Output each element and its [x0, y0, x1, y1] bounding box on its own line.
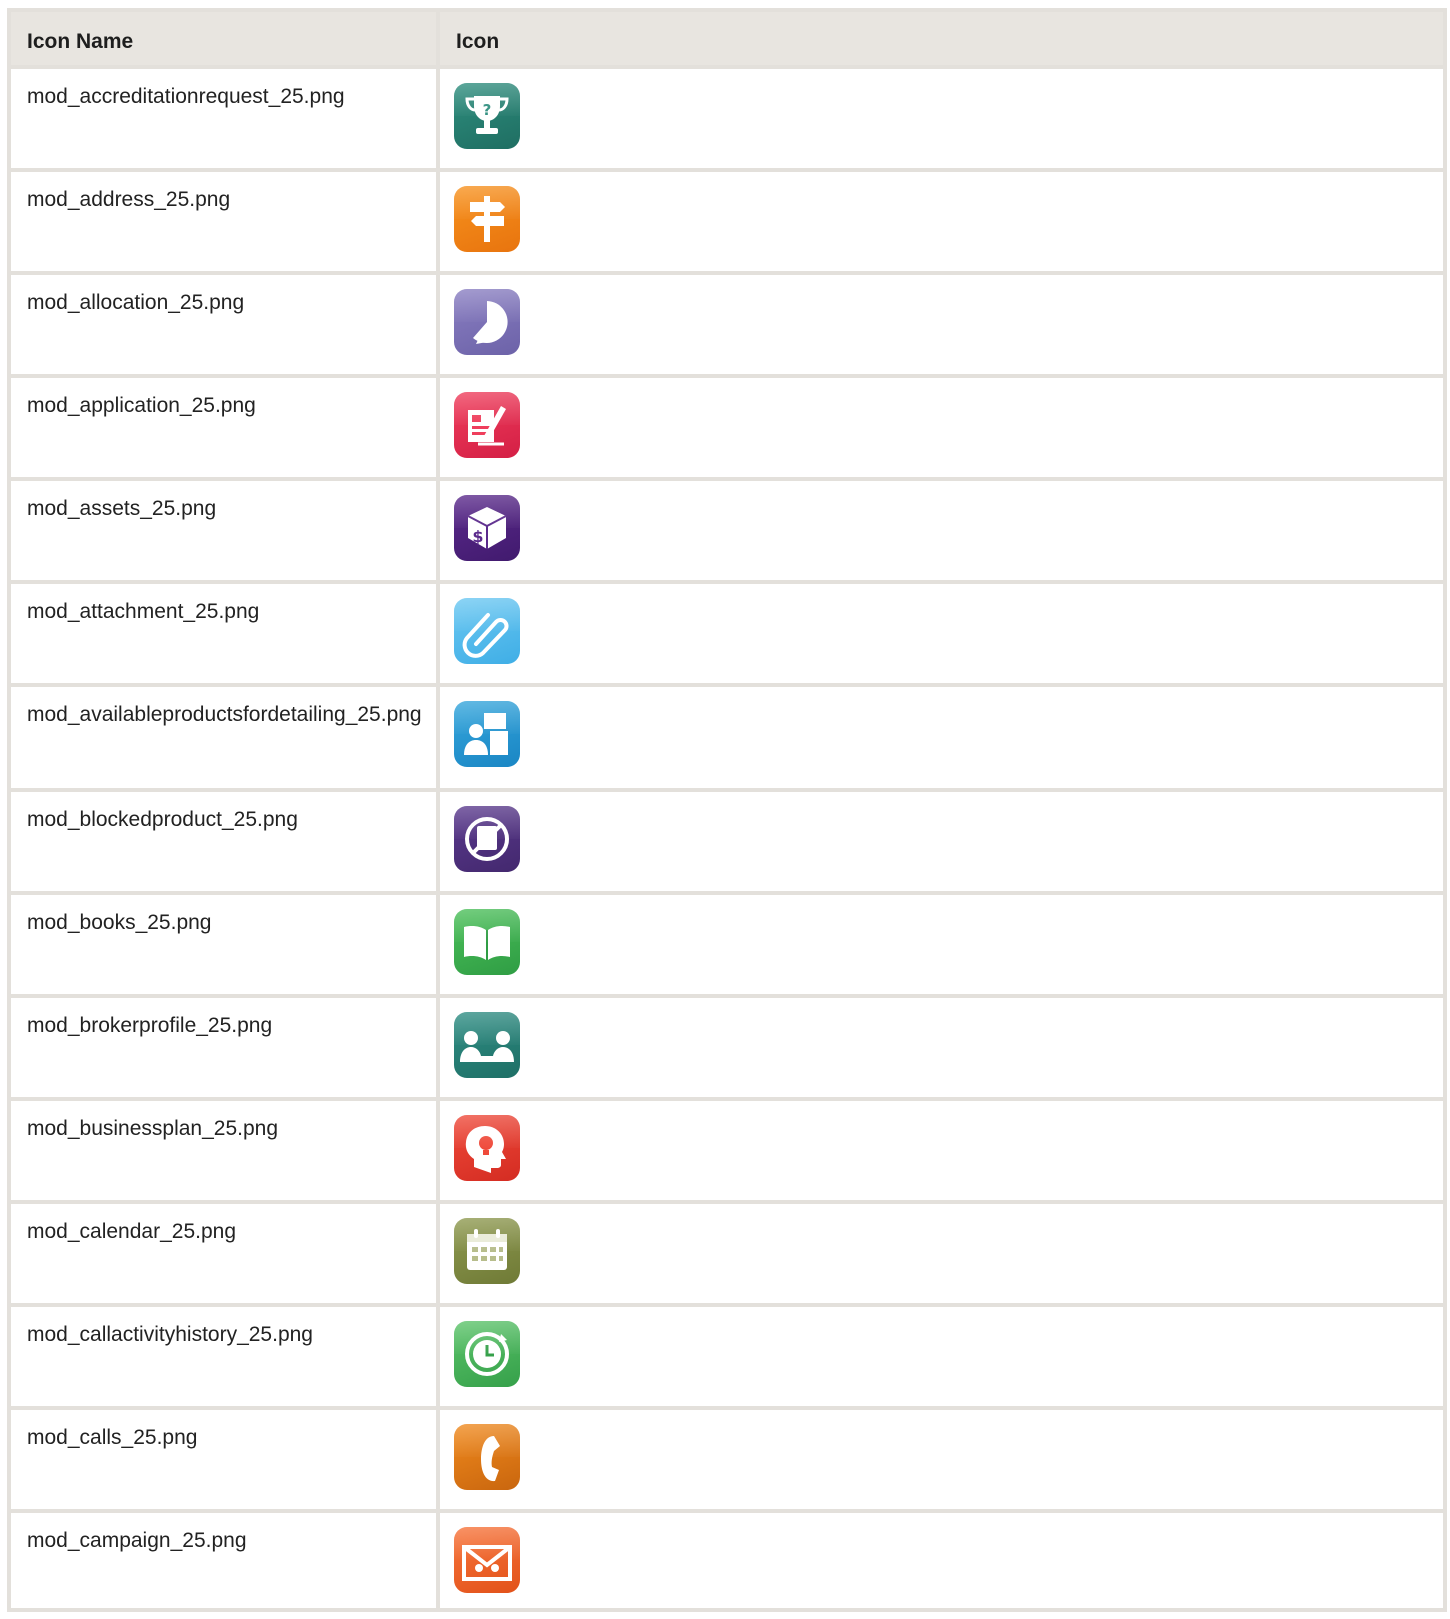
table-row: mod_campaign_25.png — [7, 1513, 1447, 1612]
icon-name-cell: mod_brokerprofile_25.png — [7, 998, 440, 1101]
icon-reference-table: Icon Name Icon mod_accreditationrequest_… — [7, 8, 1447, 1612]
table-row: mod_attachment_25.png — [7, 584, 1447, 687]
table-row: mod_address_25.png — [7, 172, 1447, 275]
icon-name-cell: mod_books_25.png — [7, 895, 440, 998]
icon-cell — [440, 1101, 1447, 1204]
table-row: mod_blockedproduct_25.png — [7, 792, 1447, 895]
icon-cell — [440, 1410, 1447, 1513]
table-row: mod_application_25.png — [7, 378, 1447, 481]
paperclip-icon — [454, 598, 520, 664]
open-book-icon — [454, 909, 520, 975]
table-header-row: Icon Name Icon — [7, 8, 1447, 69]
icon-cell — [440, 584, 1447, 687]
icon-name-cell: mod_calls_25.png — [7, 1410, 440, 1513]
table-row: mod_callactivityhistory_25.png — [7, 1307, 1447, 1410]
icon-cell — [440, 172, 1447, 275]
icon-name-cell: mod_allocation_25.png — [7, 275, 440, 378]
icon-cell — [440, 1513, 1447, 1612]
blocked-product-icon — [454, 806, 520, 872]
table-row: mod_calls_25.png — [7, 1410, 1447, 1513]
icon-cell — [440, 1307, 1447, 1410]
icon-cell — [440, 895, 1447, 998]
table-row: mod_businessplan_25.png — [7, 1101, 1447, 1204]
svg-text:?: ? — [483, 101, 492, 119]
icon-name-cell: mod_accreditationrequest_25.png — [7, 69, 440, 172]
icon-name-cell: mod_calendar_25.png — [7, 1204, 440, 1307]
table-row: mod_calendar_25.png — [7, 1204, 1447, 1307]
column-header-icon-name: Icon Name — [7, 8, 440, 69]
icon-cell — [440, 792, 1447, 895]
icon-cell — [440, 687, 1447, 792]
dollar-box-icon: $ — [454, 495, 520, 561]
table-row: mod_allocation_25.png — [7, 275, 1447, 378]
icon-name-cell: mod_address_25.png — [7, 172, 440, 275]
icon-cell — [440, 275, 1447, 378]
icon-cell: ? — [440, 69, 1447, 172]
table-row: mod_books_25.png — [7, 895, 1447, 998]
handshake-people-icon — [454, 1012, 520, 1078]
icon-name-cell: mod_attachment_25.png — [7, 584, 440, 687]
head-lightbulb-icon — [454, 1115, 520, 1181]
column-header-icon: Icon — [440, 8, 1447, 69]
icon-name-cell: mod_callactivityhistory_25.png — [7, 1307, 440, 1410]
person-products-icon — [454, 701, 520, 767]
clock-history-icon — [454, 1321, 520, 1387]
icon-cell: $ — [440, 481, 1447, 584]
icon-name-cell: mod_availableproductsfordetailing_25.png — [7, 687, 440, 792]
table-row: mod_brokerprofile_25.png — [7, 998, 1447, 1101]
table-row: mod_assets_25.png $ — [7, 481, 1447, 584]
icon-name-cell: mod_application_25.png — [7, 378, 440, 481]
icon-cell — [440, 1204, 1447, 1307]
signpost-icon — [454, 186, 520, 252]
form-pencil-icon — [454, 392, 520, 458]
trophy-question-icon: ? — [454, 83, 520, 149]
envelope-people-icon — [454, 1527, 520, 1593]
pie-slice-icon — [454, 289, 520, 355]
icon-name-cell: mod_blockedproduct_25.png — [7, 792, 440, 895]
icon-name-cell: mod_assets_25.png — [7, 481, 440, 584]
icon-cell — [440, 998, 1447, 1101]
icon-name-cell: mod_campaign_25.png — [7, 1513, 440, 1612]
icon-name-cell: mod_businessplan_25.png — [7, 1101, 440, 1204]
table-row: mod_accreditationrequest_25.png? — [7, 69, 1447, 172]
icon-cell — [440, 378, 1447, 481]
svg-text:$: $ — [472, 527, 483, 546]
table-row: mod_availableproductsfordetailing_25.png — [7, 687, 1447, 792]
calendar-icon — [454, 1218, 520, 1284]
phone-icon — [454, 1424, 520, 1490]
